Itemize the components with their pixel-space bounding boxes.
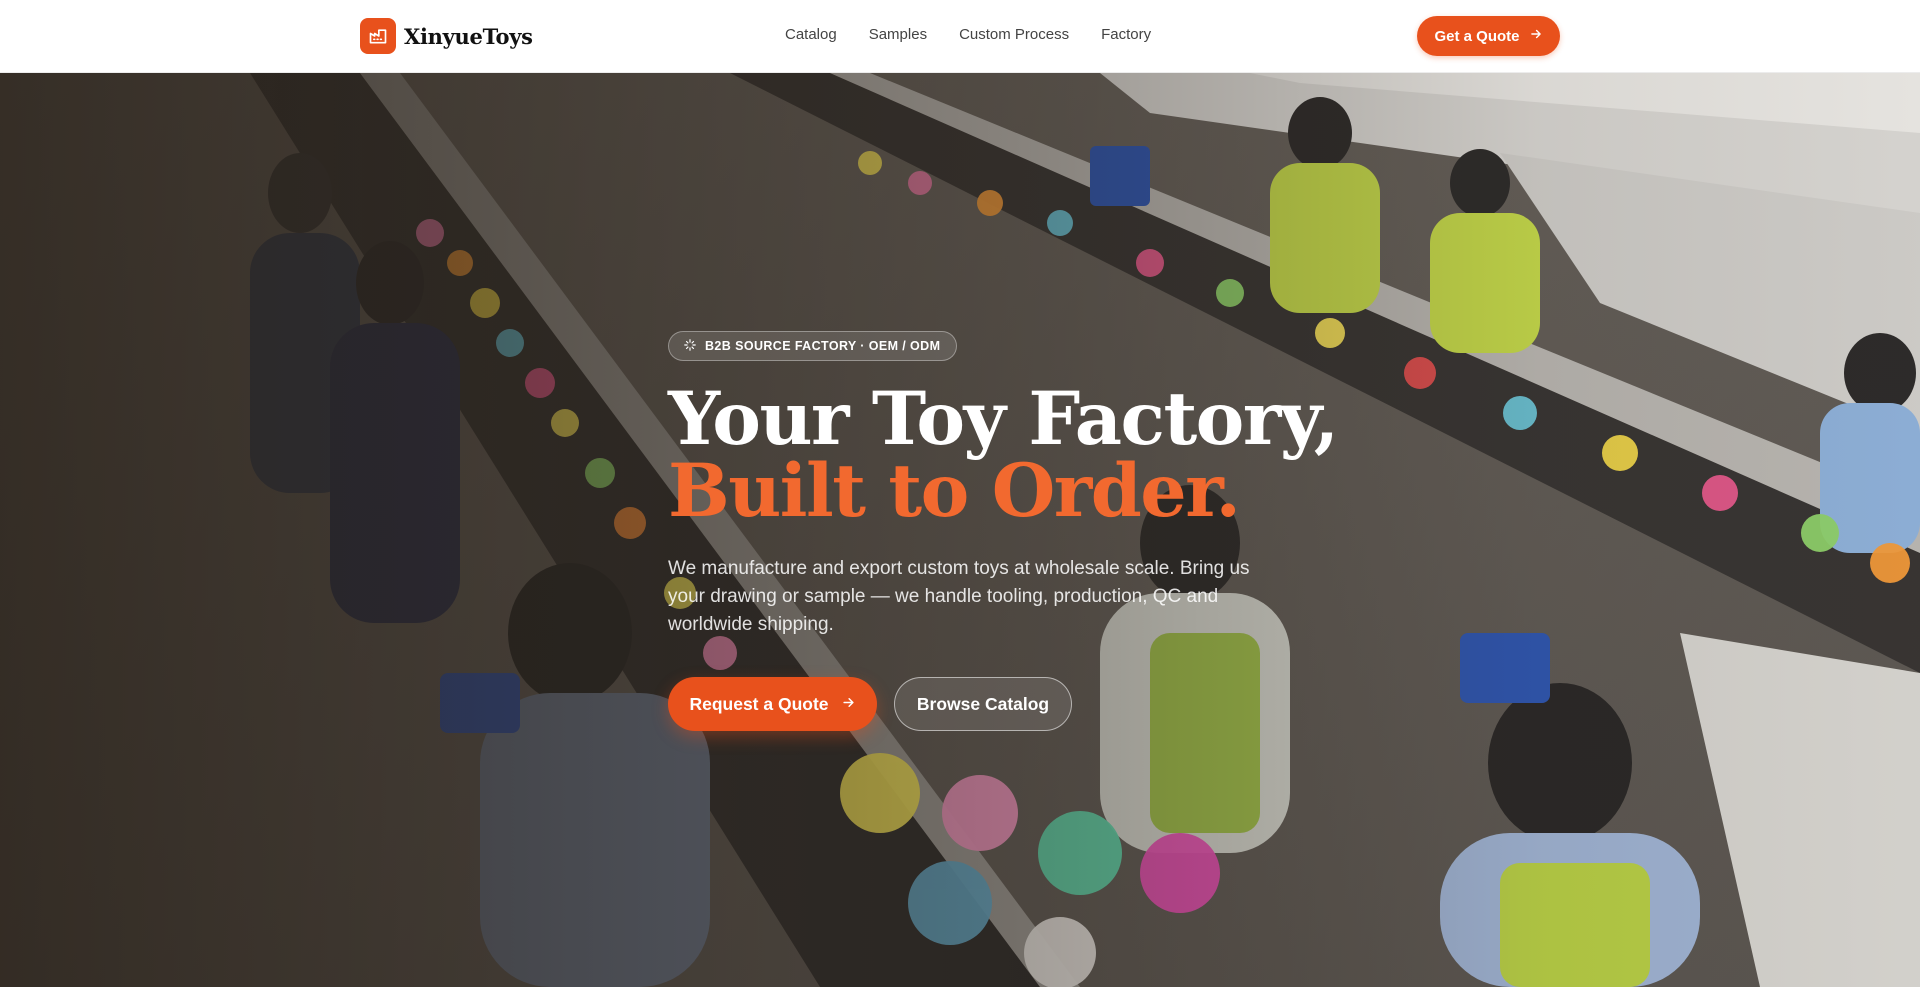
hero-section: B2B SOURCE FACTORY · OEM / ODM Your Toy … xyxy=(0,73,1920,987)
hero-cta-row: Request a Quote Browse Catalog xyxy=(668,677,1308,731)
main-nav: Catalog Samples Custom Process Factory xyxy=(785,26,1151,43)
hero-subtext: We manufacture and export custom toys at… xyxy=(668,558,1250,635)
hero-content: B2B SOURCE FACTORY · OEM / ODM Your Toy … xyxy=(668,331,1339,731)
request-quote-button[interactable]: Request a Quote xyxy=(668,677,877,731)
browse-catalog-button[interactable]: Browse Catalog xyxy=(894,677,1072,731)
hero-headline: Your Toy Factory, Built to Order. xyxy=(668,376,1339,534)
request-quote-label: Request a Quote xyxy=(689,693,829,714)
nav-item-factory[interactable]: Factory xyxy=(1101,26,1151,43)
hero-headline-line2: Built to Order. xyxy=(668,448,1241,534)
arrow-right-icon xyxy=(841,694,856,715)
nav-item-catalog[interactable]: Catalog xyxy=(785,26,837,43)
factory-icon xyxy=(360,18,396,54)
get-quote-label: Get a Quote xyxy=(1434,27,1520,45)
hero-badge-label: B2B SOURCE FACTORY · OEM / ODM xyxy=(705,339,941,353)
sparkle-icon xyxy=(683,338,697,355)
nav-item-custom-process[interactable]: Custom Process xyxy=(959,26,1069,43)
hero-headline-line1: Your Toy Factory, xyxy=(668,376,1339,462)
nav-item-samples[interactable]: Samples xyxy=(869,26,927,43)
brand-logo[interactable]: XinyueToys xyxy=(360,18,533,54)
hero-badge: B2B SOURCE FACTORY · OEM / ODM xyxy=(668,331,958,361)
site-header: XinyueToys Catalog Samples Custom Proces… xyxy=(0,0,1920,73)
page-bottom-strip xyxy=(0,987,1920,993)
arrow-right-icon xyxy=(1529,27,1543,45)
get-quote-button[interactable]: Get a Quote xyxy=(1417,16,1560,56)
brand-name: XinyueToys xyxy=(404,23,533,49)
